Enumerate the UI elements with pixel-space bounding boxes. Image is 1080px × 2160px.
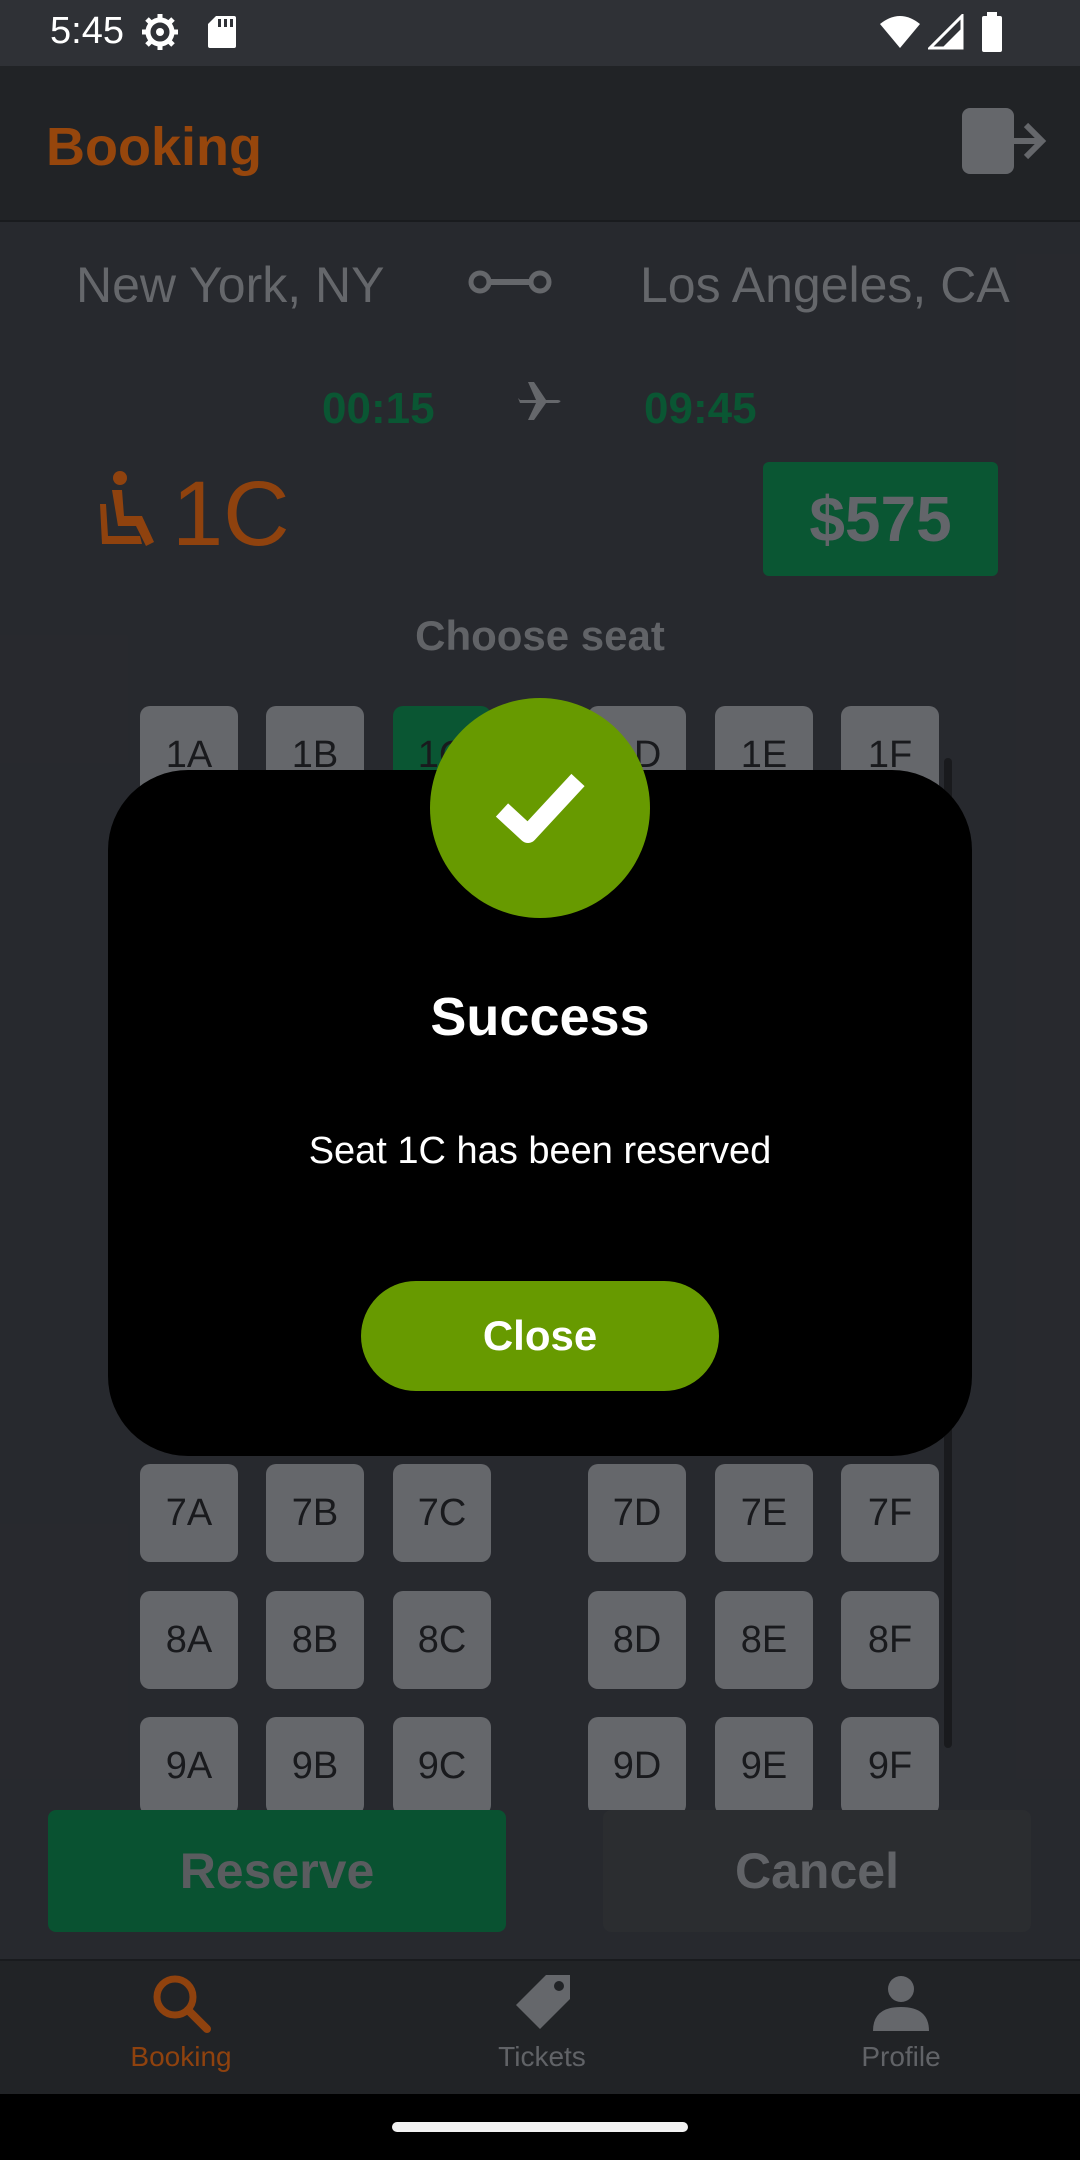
home-gesture-bar[interactable] xyxy=(392,2122,688,2132)
screen: 5:45 Booking New York, NY Los Angeles, C… xyxy=(0,0,1080,2160)
system-nav-bar xyxy=(0,2094,1080,2160)
battery-icon xyxy=(982,12,1002,52)
status-time: 5:45 xyxy=(50,10,124,52)
status-bar: 5:45 xyxy=(0,0,1080,66)
signal-icon xyxy=(928,14,964,50)
checkmark-icon xyxy=(495,773,585,843)
success-badge xyxy=(430,698,650,918)
dialog-message: Seat 1C has been reserved xyxy=(308,1130,772,1172)
wifi-icon xyxy=(880,16,920,48)
sd-card-icon xyxy=(208,16,236,48)
gear-icon xyxy=(142,14,178,50)
dialog-title: Success xyxy=(430,987,650,1047)
close-button[interactable]: Close xyxy=(361,1281,719,1391)
